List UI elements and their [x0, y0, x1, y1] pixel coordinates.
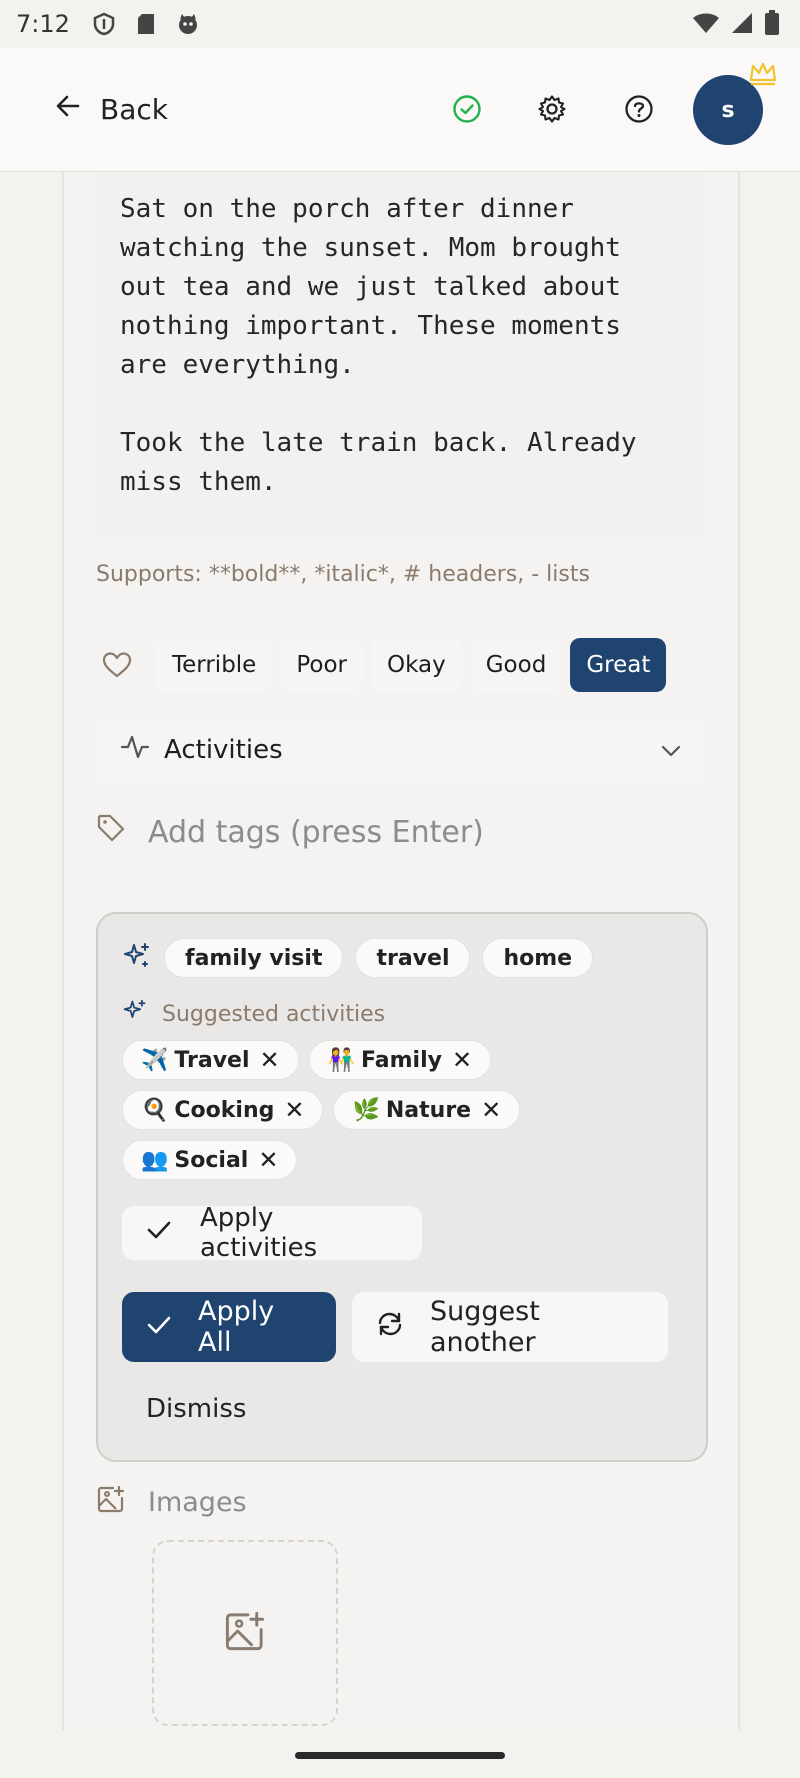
activity-emoji: 👥: [141, 1147, 169, 1173]
activity-chip-nature[interactable]: 🌿 Nature ✕: [333, 1090, 521, 1130]
suggested-activity-list: ✈️ Travel ✕ 👫 Family ✕ 🍳 Cooking ✕ 🌿 Nat…: [122, 1040, 682, 1180]
image-add-icon: [223, 1609, 267, 1657]
suggested-activities-heading: Suggested activities: [122, 998, 385, 1030]
entry-body: Sat on the porch after dinner watching t…: [120, 194, 637, 497]
mood-terrible[interactable]: Terrible: [156, 638, 273, 692]
markdown-hint: Supports: **bold**, *italic*, # headers,…: [96, 562, 590, 587]
suggested-tag[interactable]: home: [482, 938, 594, 978]
tags-placeholder: Add tags (press Enter): [148, 814, 484, 850]
activity-label: Nature: [385, 1097, 472, 1123]
sparkles-icon: [122, 998, 148, 1030]
crown-icon: [748, 60, 778, 90]
remove-icon[interactable]: ✕: [452, 1046, 472, 1074]
sparkles-icon: [122, 941, 152, 975]
signal-icon: [730, 11, 754, 41]
app-header: Back s: [0, 48, 800, 172]
activity-label: Travel: [174, 1047, 250, 1073]
mood-good[interactable]: Good: [469, 638, 563, 692]
journal-entry-card: Sat on the porch after dinner watching t…: [62, 172, 740, 1732]
activities-label: Activities: [164, 735, 283, 765]
remove-icon[interactable]: ✕: [260, 1046, 280, 1074]
activity-emoji: ✈️: [141, 1047, 169, 1073]
check-icon: [146, 1312, 172, 1343]
home-indicator[interactable]: [295, 1752, 505, 1759]
remove-icon[interactable]: ✕: [481, 1096, 501, 1124]
add-image-button[interactable]: [152, 1540, 338, 1726]
tag-icon: [96, 813, 126, 851]
battery-icon: [764, 10, 780, 42]
sd-card-icon: [134, 12, 158, 36]
activity-chip-cooking[interactable]: 🍳 Cooking ✕: [122, 1090, 324, 1130]
activity-label: Social: [174, 1147, 249, 1173]
mood-great[interactable]: Great: [570, 638, 667, 692]
activities-dropdown[interactable]: Activities: [96, 718, 706, 782]
help-icon[interactable]: [622, 92, 656, 126]
apply-activities-label: Apply activities: [200, 1203, 318, 1263]
activity-chip-social[interactable]: 👥 Social ✕: [122, 1140, 298, 1180]
suggested-activities-label: Suggested activities: [162, 1001, 386, 1027]
apply-all-label: Apply All: [198, 1296, 275, 1358]
avatar-initial: s: [721, 97, 735, 123]
check-circle-icon[interactable]: [450, 92, 484, 126]
activity-label: Cooking: [174, 1097, 275, 1123]
remove-icon[interactable]: ✕: [284, 1096, 304, 1124]
heart-icon: [96, 644, 138, 686]
suggested-tag[interactable]: travel: [355, 938, 471, 978]
mood-okay[interactable]: Okay: [371, 638, 462, 692]
activity-chip-family[interactable]: 👫 Family ✕: [308, 1040, 492, 1080]
back-arrow-icon: [54, 92, 82, 127]
status-time: 7:12: [16, 10, 70, 38]
tags-input[interactable]: Add tags (press Enter): [96, 800, 484, 864]
suggested-tag[interactable]: family visit: [164, 938, 344, 978]
mood-selector: Terrible Poor Okay Good Great: [96, 638, 667, 692]
back-label: Back: [100, 93, 168, 126]
entry-text-editor[interactable]: Sat on the porch after dinner watching t…: [96, 172, 706, 542]
check-icon: [146, 1218, 172, 1248]
activity-emoji: 🍳: [141, 1097, 169, 1123]
mood-poor[interactable]: Poor: [280, 638, 363, 692]
dismiss-button[interactable]: Dismiss: [146, 1382, 246, 1436]
activity-emoji: 🌿: [352, 1097, 380, 1123]
apply-activities-button[interactable]: Apply activities: [122, 1203, 422, 1263]
status-bar: 7:12: [0, 0, 800, 48]
activity-emoji: 👫: [327, 1047, 356, 1073]
wifi-icon: [692, 11, 720, 41]
back-button[interactable]: Back: [54, 92, 168, 127]
cat-icon: [176, 12, 200, 36]
ai-suggestions-panel: family visit travel home Suggested activ…: [96, 912, 708, 1462]
remove-icon[interactable]: ✕: [258, 1146, 278, 1174]
activity-label: Family: [361, 1047, 442, 1073]
suggested-tags: family visit travel home: [122, 938, 594, 978]
activity-icon: [120, 733, 150, 768]
apply-all-button[interactable]: Apply All: [122, 1292, 336, 1362]
chevron-down-icon: [660, 735, 682, 765]
images-section-header: Images: [96, 1484, 247, 1521]
shield-icon: [92, 12, 116, 36]
images-label: Images: [148, 1487, 247, 1518]
gear-icon[interactable]: [535, 92, 569, 126]
image-add-icon: [96, 1484, 126, 1521]
refresh-icon: [376, 1310, 404, 1345]
activity-chip-travel[interactable]: ✈️ Travel ✕: [122, 1040, 299, 1080]
suggest-another-label: Suggest another: [430, 1296, 540, 1358]
suggest-another-button[interactable]: Suggest another: [352, 1292, 668, 1362]
